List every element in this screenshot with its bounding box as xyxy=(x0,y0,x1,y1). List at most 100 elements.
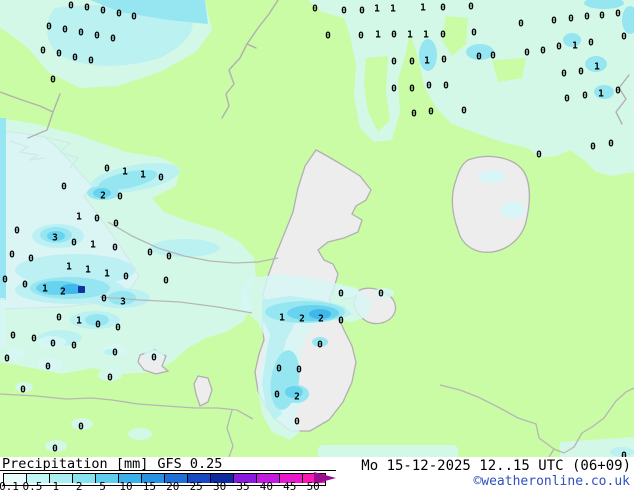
precip-value-marker: 1 xyxy=(90,240,96,251)
precip-value-marker: 0 xyxy=(588,38,594,49)
precip-value-marker: 0 xyxy=(94,31,100,42)
precip-value-marker: 2 xyxy=(294,392,300,403)
precip-value-marker: 0 xyxy=(476,52,482,63)
precip-value-marker: 0 xyxy=(391,30,397,41)
precip-value-marker: 1 xyxy=(594,62,600,73)
precip-value-marker: 0 xyxy=(45,362,51,373)
precip-value-marker: 0 xyxy=(112,348,118,359)
precip-value-marker: 0 xyxy=(411,109,417,120)
precip-value-marker: 0 xyxy=(71,238,77,249)
precip-value-marker: 0 xyxy=(22,280,28,291)
precip-value-marker: 2 xyxy=(318,314,324,325)
precip-value-marker: 0 xyxy=(78,28,84,39)
precip-value-marker: 2 xyxy=(299,314,305,325)
precip-value-marker: 0 xyxy=(61,182,67,193)
precip-value-marker: 0 xyxy=(100,6,106,17)
precip-value-marker: 0 xyxy=(31,334,37,345)
precip-value-marker: 0 xyxy=(163,276,169,287)
precip-value-marker: 1 xyxy=(104,269,110,280)
precip-value-marker: 3 xyxy=(120,297,126,308)
precip-value-marker: 0 xyxy=(56,49,62,60)
precip-value-marker: 3 xyxy=(52,233,58,244)
precip-value-marker: 0 xyxy=(341,6,347,17)
precip-value-marker: 0 xyxy=(391,84,397,95)
precip-value-marker: 0 xyxy=(115,323,121,334)
precip-value-marker: 1 xyxy=(66,262,72,273)
precip-value-marker: 0 xyxy=(166,252,172,263)
colorbar-tick-label: 10 xyxy=(119,480,133,490)
precip-value-marker: 0 xyxy=(615,86,621,97)
precip-value-marker: 0 xyxy=(317,340,323,351)
precip-value-marker: 0 xyxy=(274,390,280,401)
precip-value-marker: 1 xyxy=(420,3,426,14)
precip-value-marker: 0 xyxy=(561,69,567,80)
precip-value-marker: 0 xyxy=(359,6,365,17)
precip-value-marker: 0 xyxy=(56,313,62,324)
precip-heavy-spot xyxy=(78,286,85,293)
precip-value-marker: 0 xyxy=(112,243,118,254)
precip-value-marker: 0 xyxy=(582,91,588,102)
precip-value-marker: 1 xyxy=(122,167,128,178)
precip-value-marker: 0 xyxy=(615,9,621,20)
precip-value-marker: 0 xyxy=(78,422,84,433)
precip-value-marker: 0 xyxy=(584,12,590,23)
precip-value-marker: 1 xyxy=(42,284,48,295)
precip-value-marker: 0 xyxy=(117,192,123,203)
colorbar-tick-label: 20 xyxy=(166,480,180,490)
colorbar-tick-label: 25 xyxy=(189,480,203,490)
precip-value-marker: 0 xyxy=(10,331,16,342)
precip-value-marker: 0 xyxy=(71,341,77,352)
precip-value-marker: 0 xyxy=(391,57,397,68)
precip-value-marker: 0 xyxy=(158,173,164,184)
precip-value-marker: 0 xyxy=(608,139,614,150)
precip-value-marker: 0 xyxy=(151,353,157,364)
precip-value-marker: 0 xyxy=(20,385,26,396)
precip-value-marker: 0 xyxy=(131,12,137,23)
precip-value-marker: 0 xyxy=(50,75,56,86)
precip-value-marker: 0 xyxy=(52,444,58,455)
precip-value-marker: 0 xyxy=(621,32,627,43)
precip-value-marker: 0 xyxy=(104,164,110,175)
legend-underline xyxy=(0,470,336,471)
precip-value-marker: 0 xyxy=(443,81,449,92)
precip-value-marker: 0 xyxy=(116,9,122,20)
precip-left-edge xyxy=(0,118,6,300)
precip-value-marker: 0 xyxy=(2,275,8,286)
precip-value-marker: 0 xyxy=(440,30,446,41)
precip-value-marker: 1 xyxy=(375,30,381,41)
precip-value-marker: 0 xyxy=(46,22,52,33)
precip-value-marker: 0 xyxy=(147,248,153,259)
precip-value-marker: 1 xyxy=(76,212,82,223)
precip-value-marker: 1 xyxy=(572,41,578,52)
precip-value-marker: 0 xyxy=(113,219,119,230)
precip-value-marker: 2 xyxy=(100,191,106,202)
map-area: 0000000000000000001100101100000100000000… xyxy=(0,0,634,457)
colorbar-tick-label: 50 xyxy=(306,480,320,490)
precip-left-edge-low xyxy=(0,298,5,346)
precip-value-marker: 0 xyxy=(536,150,542,161)
precip-value-marker: 1 xyxy=(76,316,82,327)
copyright: ©weatheronline.co.uk xyxy=(473,474,630,489)
colorbar-tick-label: 1 xyxy=(52,480,60,490)
precip-value-marker: 0 xyxy=(564,94,570,105)
precip-value-marker: 0 xyxy=(578,67,584,78)
precip-value-marker: 0 xyxy=(296,365,302,376)
precip-value-marker: 0 xyxy=(276,364,282,375)
precip-value-marker: 0 xyxy=(28,254,34,265)
precip-value-marker: 0 xyxy=(426,81,432,92)
garabogazkol-lagoon xyxy=(451,155,531,253)
precip-value-marker: 0 xyxy=(50,339,56,350)
precip-value-marker: 0 xyxy=(518,19,524,30)
precip-value-marker: 0 xyxy=(123,272,129,283)
precip-value-marker: 0 xyxy=(84,3,90,14)
precip-value-marker: 0 xyxy=(72,53,78,64)
colorbar-tick-label: 5 xyxy=(99,480,106,490)
precip-value-marker: 0 xyxy=(101,294,107,305)
precip-value-marker: 0 xyxy=(338,289,344,300)
legend-bar: Precipitation [mm] GFS 0.25 0.1 0.5 1 2 5 10 15… xyxy=(0,456,634,490)
precip-value-marker: 0 xyxy=(95,320,101,331)
precip-value-marker: 0 xyxy=(409,84,415,95)
precip-value-marker: 0 xyxy=(590,142,596,153)
precip-value-marker: 0 xyxy=(94,214,100,225)
precip-value-marker: 1 xyxy=(598,89,604,100)
